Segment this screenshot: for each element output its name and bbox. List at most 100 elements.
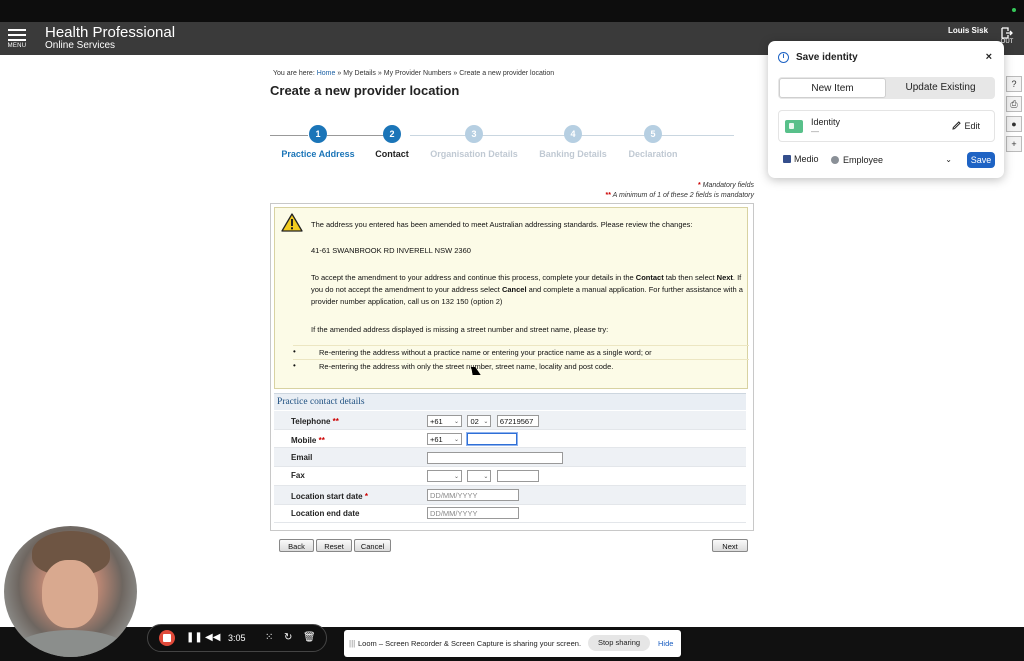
- site-logo[interactable]: Health Professional Online Services: [45, 25, 175, 51]
- tab-update-existing[interactable]: Update Existing: [887, 78, 994, 98]
- vault-selector[interactable]: Medio: [783, 154, 819, 164]
- mobile-country-select[interactable]: +61 ⌄: [427, 433, 462, 445]
- fax-area-select[interactable]: ⌄: [467, 470, 492, 482]
- breadcrumb-prefix: You are here:: [273, 70, 315, 77]
- brand-line-2: Online Services: [45, 40, 116, 51]
- email-input[interactable]: [427, 452, 563, 464]
- step-label: Declaration: [628, 149, 678, 159]
- telephone-number-input[interactable]: 67219567: [496, 415, 539, 427]
- end-date-input[interactable]: DD/MM/YYYY: [427, 507, 519, 519]
- mandatory-fields-note: * Mandatory fields: [698, 182, 754, 189]
- vault-icon: [783, 155, 791, 163]
- webcam-bubble[interactable]: [4, 526, 137, 657]
- breadcrumb-separator: »: [377, 70, 382, 77]
- end-date-label: Location end date: [291, 509, 360, 518]
- popup-title: Save identity: [796, 52, 858, 63]
- popup-tabs: New Item Update Existing: [778, 77, 995, 99]
- breadcrumb-my-provider-numbers: My Provider Numbers: [383, 70, 452, 77]
- reset-button[interactable]: Reset: [316, 539, 352, 552]
- stop-recording-icon[interactable]: [159, 630, 175, 646]
- list-item: • Re-entering the address without a prac…: [293, 345, 749, 360]
- bullet: •: [293, 361, 296, 370]
- chevron-down-icon: ⌄: [483, 474, 489, 480]
- end-date-row: Location end date DD/MM/YYYY: [274, 505, 746, 523]
- address-amended-alert: The address you entered has been amended…: [274, 207, 749, 389]
- trash-icon[interactable]: 🗑: [303, 631, 316, 645]
- required-double-star: **: [332, 417, 339, 426]
- mandatory-fields-text: Mandatory fields: [702, 182, 754, 189]
- telephone-area-select[interactable]: 02 ⌄: [467, 415, 492, 427]
- cancel-button[interactable]: Cancel: [354, 539, 391, 552]
- step-number: 2: [383, 125, 401, 143]
- start-date-row: Location start date * DD/MM/YYYY: [274, 486, 746, 505]
- stop-sharing-button[interactable]: Stop sharing: [588, 635, 650, 651]
- chevron-down-icon: ⌄: [453, 437, 459, 443]
- print-icon[interactable]: ⎙: [1006, 96, 1022, 112]
- step-banking-details: 4 Banking Details: [528, 125, 618, 159]
- share-message: Loom – Screen Recorder & Screen Capture …: [358, 639, 582, 648]
- instr-contact: Contact: [635, 273, 664, 282]
- breadcrumb-home-link[interactable]: Home: [317, 70, 336, 77]
- label-text: Telephone: [291, 417, 331, 426]
- practice-contact-section: Practice contact details Telephone ** +6…: [274, 393, 746, 523]
- mobile-number-input[interactable]: [467, 433, 518, 445]
- mobile-label: Mobile **: [291, 436, 325, 445]
- save-button[interactable]: Save: [967, 152, 995, 168]
- tab-new-item[interactable]: New Item: [779, 78, 886, 98]
- fax-number-input[interactable]: [496, 470, 539, 482]
- save-identity-popup: i Save identity × New Item Update Existi…: [768, 41, 1004, 178]
- fax-row: Fax ⌄ ⌄: [274, 467, 746, 486]
- step-number: 4: [564, 125, 582, 143]
- help-icon[interactable]: ?: [1006, 76, 1022, 92]
- select-value: +61: [430, 435, 443, 444]
- telephone-country-select[interactable]: +61 ⌄: [427, 415, 462, 427]
- start-date-label: Location start date *: [291, 492, 368, 501]
- menu-button[interactable]: MENU: [6, 26, 28, 52]
- system-top-bar: [0, 0, 1024, 22]
- list-item-text: Re-entering the address with only the st…: [319, 362, 614, 371]
- progress-stepper: 1 Practice Address 2 Contact 3 Organisat…: [270, 125, 734, 165]
- identity-item[interactable]: Identity — Edit: [778, 110, 995, 142]
- min-one-field-text: A minimum of 1 of these 2 fields is mand…: [612, 192, 754, 199]
- collection-icon: [831, 156, 839, 164]
- required-star: *: [697, 182, 701, 189]
- breadcrumb-separator: »: [453, 70, 458, 77]
- step-declaration: 5 Declaration: [608, 125, 698, 159]
- drag-handle-icon[interactable]: |||: [349, 639, 355, 648]
- next-button[interactable]: Next: [712, 539, 748, 552]
- chat-icon[interactable]: ●: [1006, 116, 1022, 132]
- chevron-down-icon: ⌄: [453, 474, 459, 480]
- restart-icon[interactable]: ↻: [284, 631, 292, 645]
- amended-address: 41-61 SWANBROOK RD INVERELL NSW 2360: [311, 246, 471, 255]
- telephone-row: Telephone ** +61 ⌄ 02 ⌄ 67219567: [274, 411, 746, 430]
- edit-label: Edit: [964, 121, 980, 131]
- close-icon[interactable]: ×: [986, 51, 992, 63]
- webcam-shirt: [14, 630, 128, 657]
- start-date-input[interactable]: DD/MM/YYYY: [427, 489, 519, 501]
- instr-text: tab then select: [663, 273, 717, 282]
- menu-label: MENU: [7, 43, 27, 49]
- hide-link[interactable]: Hide: [658, 639, 673, 648]
- telephone-label: Telephone **: [291, 417, 339, 426]
- pause-icon[interactable]: ❚❚: [186, 631, 203, 645]
- camera-indicator-icon: [1012, 8, 1016, 12]
- recording-time: 3:05: [228, 633, 246, 643]
- grid-icon[interactable]: ⁙: [265, 631, 273, 645]
- add-icon[interactable]: +: [1006, 136, 1022, 152]
- side-toolbar: ? ⎙ ● +: [1006, 76, 1022, 156]
- edit-button[interactable]: Edit: [952, 121, 980, 131]
- step-contact[interactable]: 2 Contact: [347, 125, 437, 159]
- rewind-icon[interactable]: ◀◀: [205, 631, 220, 645]
- hamburger-icon: [8, 29, 26, 41]
- step-number: 1: [309, 125, 327, 143]
- instr-cancel: Cancel: [501, 285, 527, 294]
- label-text: Location start date: [291, 492, 363, 501]
- collection-select[interactable]: Employee ⌄: [831, 151, 958, 169]
- fax-country-select[interactable]: ⌄: [427, 470, 462, 482]
- email-row: Email: [274, 448, 746, 467]
- back-button[interactable]: Back: [279, 539, 314, 552]
- breadcrumb-separator: »: [337, 70, 342, 77]
- step-organisation-details: 3 Organisation Details: [429, 125, 519, 159]
- required-star: *: [364, 492, 368, 501]
- step-label: Organisation Details: [430, 149, 518, 159]
